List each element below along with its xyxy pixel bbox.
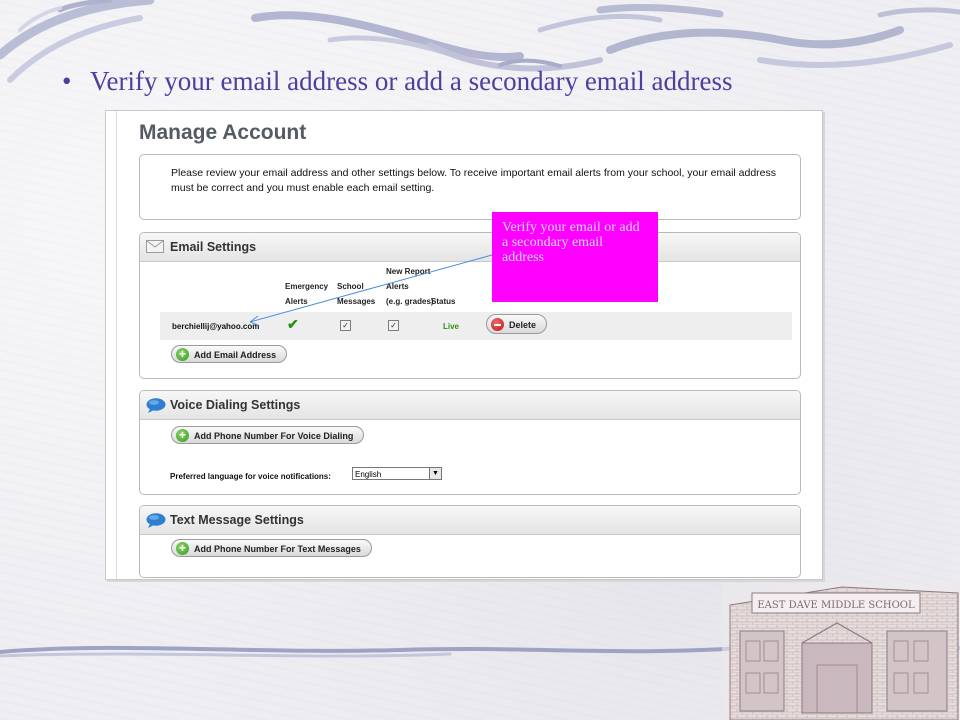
- col-status: Status: [431, 297, 456, 306]
- col-school-messages: School Messages: [337, 279, 375, 309]
- col-report-line2: Alerts: [386, 282, 409, 291]
- col-report-line3: (e.g. grades): [386, 297, 434, 306]
- preferred-language-label: Preferred language for voice notificatio…: [170, 472, 331, 481]
- col-school-line2: Messages: [337, 297, 376, 306]
- plus-icon: +: [176, 542, 189, 555]
- school-messages-checkbox[interactable]: ✓: [340, 320, 351, 331]
- language-select-value: English: [355, 470, 382, 479]
- table-row: berchiellij@yahoo.com ✔ ✓ ✓ Live Delete: [160, 312, 792, 340]
- voice-dialing-section: Voice Dialing Settings + Add Phone Numbe…: [139, 390, 801, 495]
- plus-icon: +: [176, 348, 189, 361]
- col-emergency-line2: Alerts: [285, 297, 308, 306]
- add-voice-phone-button[interactable]: + Add Phone Number For Voice Dialing: [171, 426, 365, 444]
- add-text-phone-button[interactable]: + Add Phone Number For Text Messages: [171, 539, 372, 557]
- manage-account-screenshot: Manage Account Please review your email …: [105, 110, 823, 580]
- add-voice-phone-label: Add Phone Number For Voice Dialing: [194, 431, 354, 441]
- bullet-text: Verify your email address or add a secon…: [90, 66, 733, 96]
- new-report-alerts-checkbox[interactable]: ✓: [388, 320, 399, 331]
- col-emergency-line1: Emergency: [285, 282, 329, 291]
- school-sign-text: EAST DAVE MIDDLE SCHOOL: [757, 600, 915, 611]
- delete-label: Delete: [509, 320, 537, 330]
- page-title: Manage Account: [139, 121, 307, 144]
- col-school-line1: School: [337, 282, 364, 291]
- text-message-header: Text Message Settings: [140, 506, 800, 535]
- col-report-line1: New Report: [386, 267, 431, 276]
- text-message-title: Text Message Settings: [170, 513, 304, 527]
- add-email-address-button[interactable]: + Add Email Address: [171, 345, 288, 363]
- emergency-alerts-checkmark-icon[interactable]: ✔: [287, 316, 299, 333]
- email-settings-title: Email Settings: [170, 240, 257, 254]
- language-select[interactable]: English ▼: [352, 467, 442, 480]
- screenshot-content: Manage Account Please review your email …: [116, 111, 822, 579]
- voice-dialing-header: Voice Dialing Settings: [140, 391, 800, 420]
- school-building-illustration: EAST DAVE MIDDLE SCHOOL: [722, 583, 960, 720]
- col-new-report-alerts: New Report Alerts (e.g. grades): [386, 264, 434, 309]
- slide-bullet: • Verify your email address or add a seco…: [62, 66, 942, 97]
- speech-bubble-icon: [146, 513, 166, 528]
- email-settings-section: Email Settings Emergency Alerts School M…: [139, 232, 801, 379]
- col-emergency-alerts: Emergency Alerts: [285, 279, 328, 309]
- delete-email-button[interactable]: Delete: [486, 314, 548, 334]
- voice-dialing-title: Voice Dialing Settings: [170, 398, 301, 412]
- email-settings-header: Email Settings: [140, 233, 800, 262]
- notice-box: Please review your email address and oth…: [139, 154, 801, 220]
- minus-icon: [491, 318, 504, 331]
- status-badge: Live: [443, 322, 460, 331]
- chevron-down-icon[interactable]: ▼: [429, 468, 441, 479]
- plus-icon: +: [176, 429, 189, 442]
- callout-annotation: Verify your email or add a secondary ema…: [492, 212, 658, 302]
- text-message-section: Text Message Settings + Add Phone Number…: [139, 505, 801, 578]
- notice-text: Please review your email address and oth…: [171, 167, 777, 194]
- add-text-phone-label: Add Phone Number For Text Messages: [194, 544, 361, 554]
- add-email-label: Add Email Address: [194, 350, 277, 360]
- speech-bubble-icon: [146, 398, 166, 413]
- bullet-dot: •: [62, 66, 72, 96]
- envelope-icon: [146, 240, 164, 253]
- email-address: berchiellij@yahoo.com: [172, 322, 260, 331]
